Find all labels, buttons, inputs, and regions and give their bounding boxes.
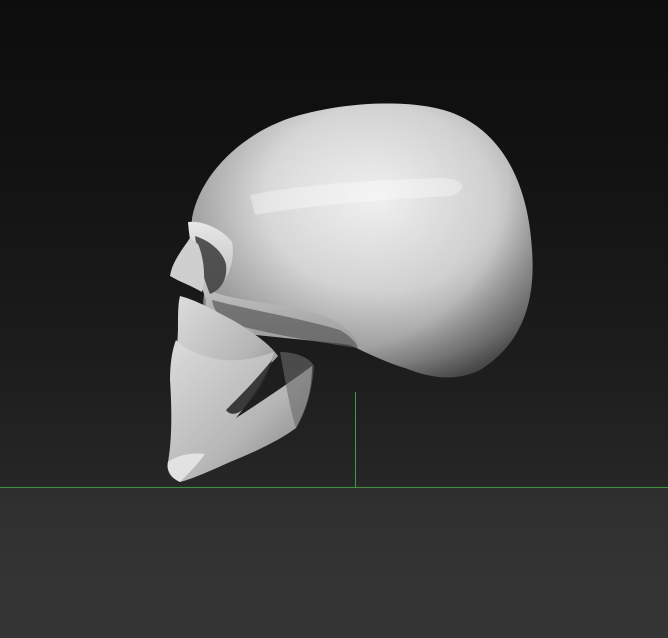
3d-viewport[interactable] [0,0,668,638]
skull-model[interactable] [0,0,668,638]
